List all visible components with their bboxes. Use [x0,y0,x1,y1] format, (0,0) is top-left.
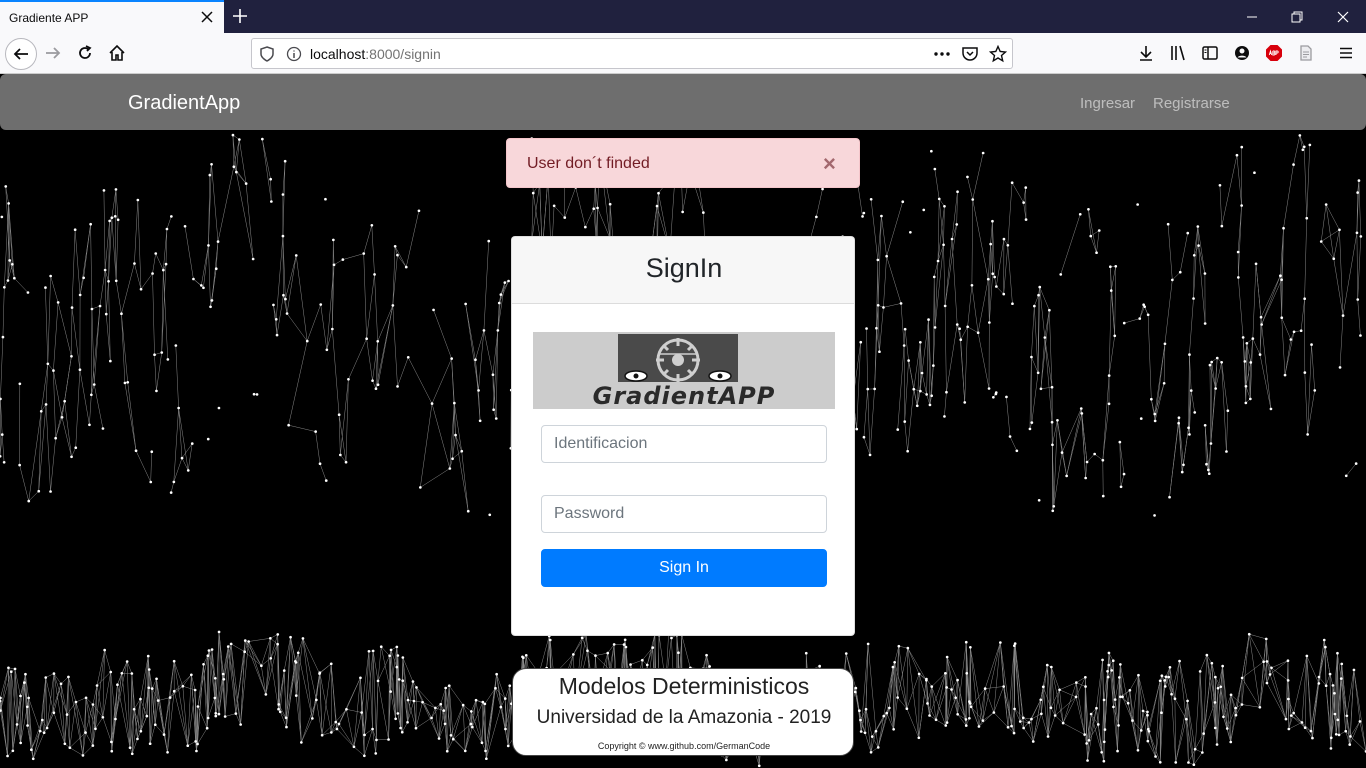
reload-icon[interactable] [73,41,97,65]
url-text: localhost:8000/signin [310,46,441,62]
more-actions-icon[interactable] [933,47,951,61]
download-icon[interactable] [1134,41,1158,65]
browser-tab[interactable]: Gradiente APP [0,0,224,33]
browser-toolbar: localhost:8000/signin [0,33,1366,74]
card-header: SignIn [512,237,854,304]
signin-button[interactable]: Sign In [541,549,827,587]
reader-view-icon[interactable] [1294,41,1318,65]
signin-title: SignIn [645,253,723,283]
alert-message: User don´t finded [527,155,650,172]
restore-icon[interactable] [1274,0,1320,33]
gear-logo-icon [618,334,738,382]
tab-title: Gradiente APP [9,11,89,25]
signin-card: SignIn GradientAPP Sign In [511,236,855,636]
new-tab-icon[interactable] [231,7,249,25]
back-icon[interactable] [5,38,37,70]
password-input[interactable] [541,495,827,533]
footer-box: Modelos Deterministicos Universidad de l… [512,668,854,756]
gradientapp-logo: GradientAPP [533,332,835,410]
brand-link[interactable]: GradientApp [128,92,240,115]
bookmark-star-icon[interactable] [989,45,1007,63]
nav-link-ingresar[interactable]: Ingresar [1080,95,1135,112]
close-window-icon[interactable] [1320,0,1366,33]
sidebar-icon[interactable] [1198,41,1222,65]
nav-link-registrarse[interactable]: Registrarse [1153,95,1230,112]
alert-close-button[interactable]: × [823,153,836,175]
forward-icon[interactable] [41,41,65,65]
info-icon[interactable] [286,46,302,62]
minimize-icon[interactable] [1229,0,1275,33]
home-icon[interactable] [105,41,129,65]
menu-icon[interactable] [1334,41,1358,65]
close-tab-icon[interactable] [199,9,215,25]
url-bar[interactable]: localhost:8000/signin [251,38,1013,69]
browser-tab-bar: Gradiente APP [0,0,1366,33]
account-icon[interactable] [1230,41,1254,65]
footer-university: Universidad de la Amazonia - 2019 [536,707,832,728]
shield-icon[interactable] [259,46,275,62]
page-viewport: GradientApp Ingresar Registrarse User do… [0,74,1366,768]
error-alert: User don´t finded × [506,138,860,188]
app-navbar: GradientApp Ingresar Registrarse [0,74,1366,130]
identificacion-input[interactable] [541,425,827,463]
pocket-icon[interactable] [961,45,979,63]
library-icon[interactable] [1166,41,1190,65]
logo-text: GradientAPP [592,382,776,410]
footer-course: Modelos Deterministicos [558,673,810,699]
footer-copyright: Copyright © www.github.com/GermanCode [597,741,771,751]
adblock-icon[interactable] [1262,41,1286,65]
